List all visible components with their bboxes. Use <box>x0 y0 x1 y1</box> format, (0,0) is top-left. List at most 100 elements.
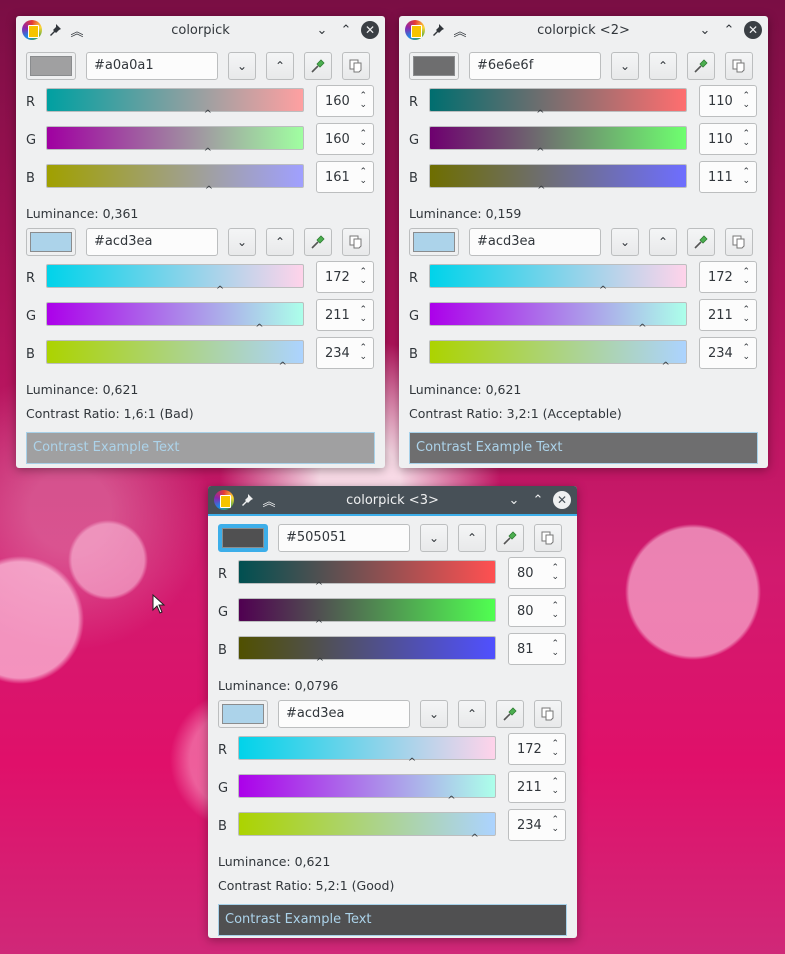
channel-slider-r[interactable]: ^ <box>238 560 496 598</box>
spin-down-icon[interactable]: ⌄ <box>742 353 750 362</box>
spinbox-arrows[interactable]: ⌃ ⌄ <box>551 602 559 620</box>
channel-spinbox-r[interactable]: 110 ⌃ ⌄ <box>699 85 757 117</box>
slider-handle[interactable]: ^ <box>315 620 323 630</box>
spinbox-arrows[interactable]: ⌃ ⌄ <box>551 640 559 658</box>
channel-slider-g[interactable]: ^ <box>429 126 687 164</box>
slider-handle[interactable]: ^ <box>204 148 212 158</box>
channel-spinbox-b[interactable]: 234 ⌃ ⌄ <box>508 809 566 841</box>
slider-track[interactable] <box>238 636 496 660</box>
spinbox-arrows[interactable]: ⌃ ⌄ <box>359 168 367 186</box>
minimize-button[interactable]: ⌄ <box>313 21 331 39</box>
slider-handle[interactable]: ^ <box>536 110 544 120</box>
darker-button[interactable]: ⌄ <box>228 228 256 256</box>
channel-spinbox-b[interactable]: 111 ⌃ ⌄ <box>699 161 757 193</box>
eyedropper-button[interactable] <box>687 52 715 80</box>
channel-spinbox-g[interactable]: 110 ⌃ ⌄ <box>699 123 757 155</box>
slider-handle[interactable]: ^ <box>537 186 545 196</box>
spinbox-arrows[interactable]: ⌃ ⌄ <box>551 564 559 582</box>
hex-color-input[interactable]: #a0a0a1 <box>86 52 218 80</box>
double-chevron-up-icon[interactable]: ︽ <box>68 21 86 40</box>
hex-color-input[interactable]: #acd3ea <box>278 700 410 728</box>
slider-handle[interactable]: ^ <box>255 324 263 334</box>
eyedropper-button[interactable] <box>304 52 332 80</box>
spin-down-icon[interactable]: ⌄ <box>742 277 750 286</box>
spin-down-icon[interactable]: ⌄ <box>551 825 559 834</box>
channel-slider-g[interactable]: ^ <box>46 126 304 164</box>
channel-slider-g[interactable]: ^ <box>429 302 687 340</box>
channel-spinbox-r[interactable]: 160 ⌃ ⌄ <box>316 85 374 117</box>
channel-spinbox-g[interactable]: 211 ⌃ ⌄ <box>508 771 566 803</box>
slider-track[interactable] <box>429 88 687 112</box>
color-swatch-button[interactable] <box>218 524 268 552</box>
title-bar[interactable]: ︽ colorpick ⌄ ⌃ ✕ <box>16 16 385 44</box>
spinbox-arrows[interactable]: ⌃ ⌄ <box>551 778 559 796</box>
spin-down-icon[interactable]: ⌄ <box>359 177 367 186</box>
spinbox-arrows[interactable]: ⌃ ⌄ <box>359 130 367 148</box>
minimize-button[interactable]: ⌄ <box>505 491 523 509</box>
channel-slider-g[interactable]: ^ <box>46 302 304 340</box>
color-swatch-button[interactable] <box>409 52 459 80</box>
spinbox-arrows[interactable]: ⌃ ⌄ <box>742 306 750 324</box>
colorpick-app-icon[interactable] <box>214 490 234 510</box>
slider-track[interactable] <box>238 736 496 760</box>
spin-down-icon[interactable]: ⌄ <box>359 101 367 110</box>
copy-button[interactable] <box>725 228 753 256</box>
spin-down-icon[interactable]: ⌄ <box>551 749 559 758</box>
slider-handle[interactable]: ^ <box>315 582 323 592</box>
spinbox-arrows[interactable]: ⌃ ⌄ <box>742 268 750 286</box>
spinbox-arrows[interactable]: ⌃ ⌄ <box>742 92 750 110</box>
slider-track[interactable] <box>238 598 496 622</box>
eyedropper-button[interactable] <box>304 228 332 256</box>
spinbox-arrows[interactable]: ⌃ ⌄ <box>742 168 750 186</box>
slider-handle[interactable]: ^ <box>638 324 646 334</box>
slider-handle[interactable]: ^ <box>471 834 479 844</box>
darker-button[interactable]: ⌄ <box>611 228 639 256</box>
channel-spinbox-g[interactable]: 211 ⌃ ⌄ <box>316 299 374 331</box>
darker-button[interactable]: ⌄ <box>420 700 448 728</box>
double-chevron-up-icon[interactable]: ︽ <box>451 21 469 40</box>
spinbox-arrows[interactable]: ⌃ ⌄ <box>551 816 559 834</box>
channel-spinbox-b[interactable]: 234 ⌃ ⌄ <box>316 337 374 369</box>
slider-track[interactable] <box>238 774 496 798</box>
minimize-button[interactable]: ⌄ <box>696 21 714 39</box>
eyedropper-button[interactable] <box>687 228 715 256</box>
hex-color-input[interactable]: #acd3ea <box>86 228 218 256</box>
colorpick-app-icon[interactable] <box>22 20 42 40</box>
color-swatch-button[interactable] <box>409 228 459 256</box>
spin-down-icon[interactable]: ⌄ <box>359 353 367 362</box>
darker-button[interactable]: ⌄ <box>611 52 639 80</box>
slider-handle[interactable]: ^ <box>536 148 544 158</box>
slider-handle[interactable]: ^ <box>279 362 287 372</box>
slider-handle[interactable]: ^ <box>216 286 224 296</box>
slider-handle[interactable]: ^ <box>662 362 670 372</box>
spin-down-icon[interactable]: ⌄ <box>359 315 367 324</box>
hex-color-input[interactable]: #505051 <box>278 524 410 552</box>
eyedropper-button[interactable] <box>496 700 524 728</box>
hex-color-input[interactable]: #acd3ea <box>469 228 601 256</box>
lighter-button[interactable]: ⌃ <box>266 52 294 80</box>
title-bar[interactable]: ︽ colorpick <2> ⌄ ⌃ ✕ <box>399 16 768 44</box>
channel-slider-r[interactable]: ^ <box>46 88 304 126</box>
channel-spinbox-r[interactable]: 80 ⌃ ⌄ <box>508 557 566 589</box>
channel-slider-r[interactable]: ^ <box>429 264 687 302</box>
double-chevron-up-icon[interactable]: ︽ <box>260 491 278 510</box>
channel-spinbox-g[interactable]: 80 ⌃ ⌄ <box>508 595 566 627</box>
darker-button[interactable]: ⌄ <box>228 52 256 80</box>
channel-slider-g[interactable]: ^ <box>238 598 496 636</box>
channel-slider-b[interactable]: ^ <box>46 340 304 378</box>
slider-handle[interactable]: ^ <box>447 796 455 806</box>
slider-handle[interactable]: ^ <box>599 286 607 296</box>
lighter-button[interactable]: ⌃ <box>458 524 486 552</box>
spin-down-icon[interactable]: ⌄ <box>551 649 559 658</box>
channel-slider-b[interactable]: ^ <box>238 636 496 674</box>
channel-slider-b[interactable]: ^ <box>238 812 496 850</box>
copy-button[interactable] <box>534 700 562 728</box>
slider-track[interactable] <box>46 340 304 364</box>
colorpick-app-icon[interactable] <box>405 20 425 40</box>
slider-handle[interactable]: ^ <box>316 658 324 668</box>
channel-spinbox-b[interactable]: 234 ⌃ ⌄ <box>699 337 757 369</box>
channel-slider-b[interactable]: ^ <box>429 340 687 378</box>
channel-slider-r[interactable]: ^ <box>46 264 304 302</box>
channel-spinbox-g[interactable]: 211 ⌃ ⌄ <box>699 299 757 331</box>
maximize-button[interactable]: ⌃ <box>529 491 547 509</box>
